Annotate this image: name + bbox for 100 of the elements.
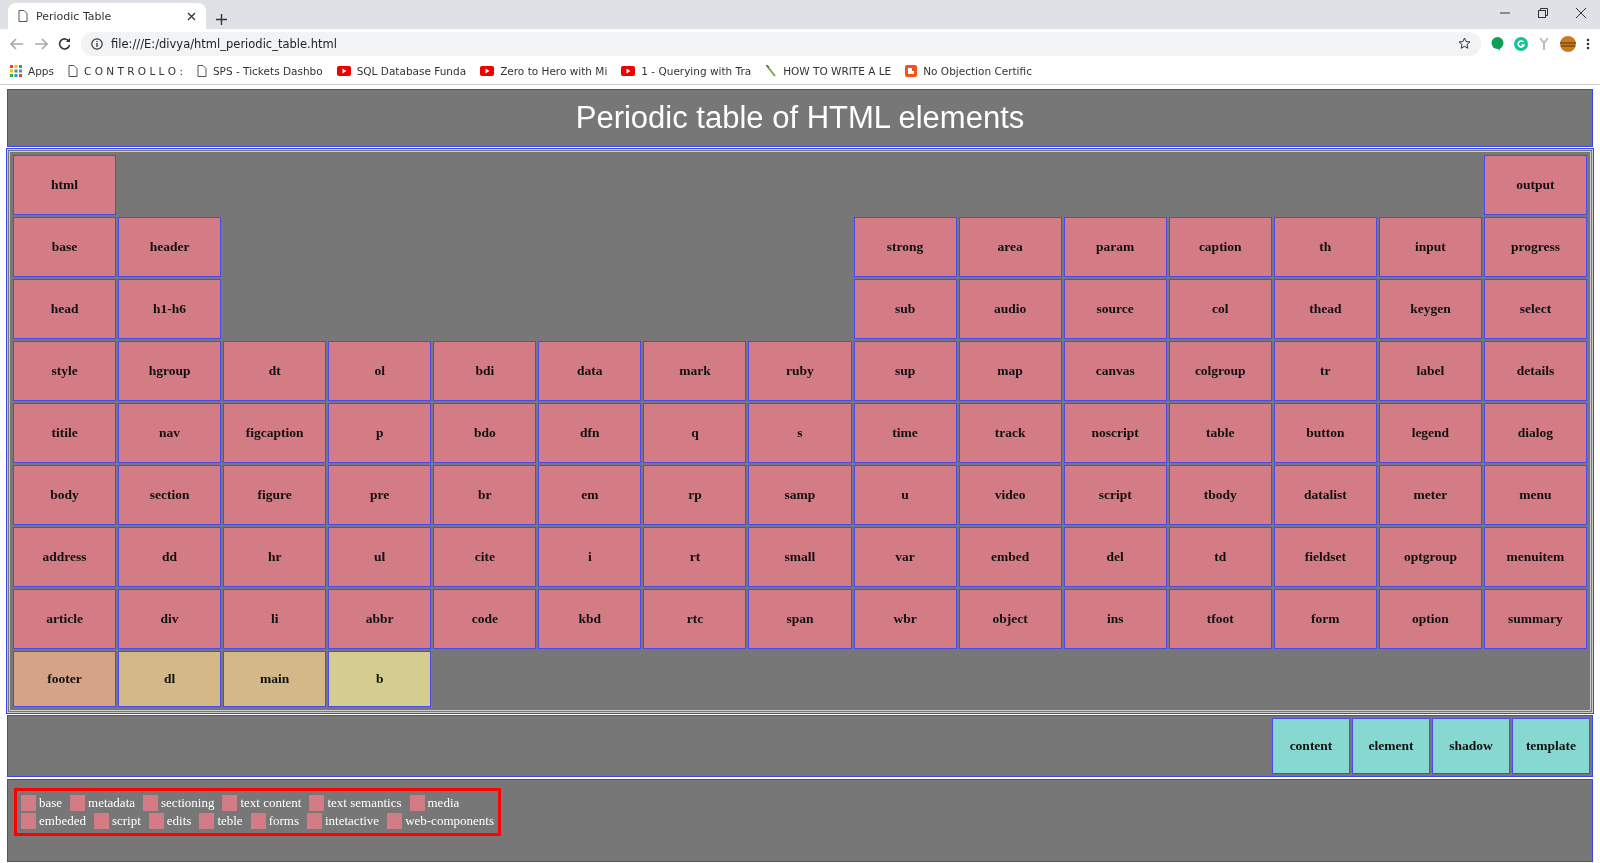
- page-icon: [68, 65, 78, 77]
- legend-label: teble: [217, 813, 243, 829]
- reload-icon[interactable]: [58, 37, 71, 50]
- element-tile: colgroup: [1168, 341, 1272, 401]
- menu-icon[interactable]: [1586, 37, 1590, 50]
- element-tile: p: [328, 403, 432, 463]
- element-tile: datalist: [1273, 465, 1377, 525]
- element-tile: abbr: [328, 589, 432, 649]
- page-title: Periodic table of HTML elements: [575, 100, 1025, 136]
- element-tile: strong: [853, 217, 957, 277]
- element-tile: section: [118, 465, 222, 525]
- element-tile: html: [13, 155, 117, 215]
- element-tile: article: [13, 589, 117, 649]
- legend-label: intetactive: [325, 813, 380, 829]
- element-tile: mark: [643, 341, 747, 401]
- element-tile: bdo: [433, 403, 537, 463]
- element-tile: map: [958, 341, 1062, 401]
- element-tile: small: [748, 527, 852, 587]
- element-tile: legend: [1378, 403, 1482, 463]
- element-tile: input: [1378, 217, 1482, 277]
- play-icon: [480, 66, 495, 76]
- legend-label: text semantics: [327, 795, 402, 811]
- element-tile: video: [958, 465, 1062, 525]
- element-tile: code: [433, 589, 537, 649]
- element-tile: ruby: [748, 341, 852, 401]
- element-tile: script: [1063, 465, 1167, 525]
- element-tile: rtc: [643, 589, 747, 649]
- element-tile: col: [1168, 279, 1272, 339]
- legend-label: edits: [166, 813, 192, 829]
- element-tile: td: [1168, 527, 1272, 587]
- element-tile: span: [748, 589, 852, 649]
- legend-label: media: [427, 795, 460, 811]
- element-tile: dialog: [1483, 403, 1587, 463]
- legend-label: web-components: [405, 813, 494, 829]
- bookmark-link[interactable]: Zero to Hero with Mi: [500, 65, 608, 77]
- element-tile: source: [1063, 279, 1167, 339]
- element-tile: object: [958, 589, 1062, 649]
- element-tile: noscript: [1063, 403, 1167, 463]
- bookmark-link[interactable]: No Objection Certific: [923, 65, 1032, 77]
- element-tile: th: [1273, 217, 1377, 277]
- speech-bubble-icon[interactable]: [1491, 36, 1504, 51]
- play-icon: [336, 66, 351, 76]
- element-tile: style: [13, 341, 117, 401]
- close-icon[interactable]: [1576, 8, 1586, 18]
- element-tile: param: [1063, 217, 1167, 277]
- element-tile: dl: [118, 651, 222, 707]
- pen-icon: [765, 65, 778, 77]
- legend-label: script: [111, 813, 141, 829]
- restore-icon[interactable]: [1538, 8, 1548, 18]
- element-tile: figcaption: [223, 403, 327, 463]
- element-tile: tr: [1273, 341, 1377, 401]
- bookmark-link[interactable]: C O N T R O L L O :: [84, 65, 183, 77]
- element-tile: rp: [643, 465, 747, 525]
- profile-avatar-icon[interactable]: [1560, 35, 1576, 52]
- element-tile: ul: [328, 527, 432, 587]
- element-tile: dfn: [538, 403, 642, 463]
- legend-label: text content: [240, 795, 302, 811]
- bookmark-link[interactable]: HOW TO WRITE A LE: [783, 65, 892, 77]
- element-tile: summary: [1483, 589, 1587, 649]
- bookmark-link[interactable]: 1 - Querying with Tra: [641, 65, 752, 77]
- legend-label: base: [39, 795, 63, 811]
- page-icon: [18, 10, 28, 22]
- element-tile: bdi: [433, 341, 537, 401]
- bookmark-link[interactable]: SPS - Tickets Dashbo: [212, 65, 323, 77]
- element-tile: li: [223, 589, 327, 649]
- element-tile: pre: [328, 465, 432, 525]
- element-tile: figure: [223, 465, 327, 525]
- element-tile: ins: [1063, 589, 1167, 649]
- element-tile: head: [13, 279, 117, 339]
- element-tile: hgroup: [118, 341, 222, 401]
- close-icon[interactable]: [187, 11, 196, 21]
- element-tile: wbr: [853, 589, 957, 649]
- page-icon: [196, 65, 207, 77]
- legend-label: embeded: [39, 813, 86, 829]
- legend-label: metadata: [88, 795, 136, 811]
- element-tile: base: [13, 217, 117, 277]
- new-tab-icon[interactable]: [216, 14, 227, 25]
- element-tile: samp: [748, 465, 852, 525]
- star-icon[interactable]: [1458, 37, 1471, 50]
- browser-tab[interactable]: Periodic Table: [8, 3, 206, 29]
- element-tile: q: [643, 403, 747, 463]
- element-tile: dt: [223, 341, 327, 401]
- bookmark-link[interactable]: SQL Database Funda: [356, 65, 467, 77]
- element-tile: output: [1483, 155, 1587, 215]
- element-tile: footer: [13, 651, 117, 707]
- element-tile: label: [1378, 341, 1482, 401]
- element-tile: del: [1063, 527, 1167, 587]
- element-tile: track: [958, 403, 1062, 463]
- element-tile: table: [1168, 403, 1272, 463]
- element-tile: data: [538, 341, 642, 401]
- legend-label: sectioning: [161, 795, 215, 811]
- element-tile: select: [1483, 279, 1587, 339]
- element-tile: audio: [958, 279, 1062, 339]
- element-tile: keygen: [1378, 279, 1482, 339]
- address-bar[interactable]: file:///E:/divya/html_periodic_table.html: [81, 31, 1481, 56]
- element-tile: var: [853, 527, 957, 587]
- element-tile: sup: [853, 341, 957, 401]
- bookmark-link[interactable]: Apps: [28, 65, 54, 77]
- element-tile: button: [1273, 403, 1377, 463]
- element-tile: optgroup: [1378, 527, 1482, 587]
